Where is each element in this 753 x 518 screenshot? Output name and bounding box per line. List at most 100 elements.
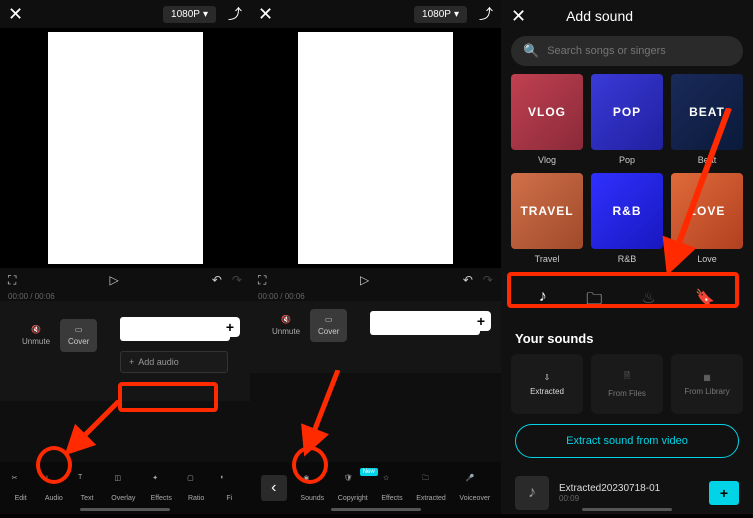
cover-button[interactable]: ▭ Cover — [310, 309, 347, 342]
close-icon[interactable]: ✕ — [511, 6, 526, 27]
toolbar-voiceover[interactable]: 🎤Voiceover — [459, 474, 490, 502]
genre-rb[interactable]: R&B R&B — [591, 173, 663, 264]
genre-tile: R&B — [591, 173, 663, 249]
genre-tile: POP — [591, 74, 663, 150]
canvas-preview[interactable] — [250, 28, 501, 268]
unmute-label: Unmute — [22, 337, 50, 346]
fullscreen-icon[interactable]: ⛶ — [8, 273, 16, 288]
toolbar-copyright[interactable]: New🛡Copyright — [338, 474, 368, 502]
genre-vlog[interactable]: VLOG Vlog — [511, 74, 583, 165]
undo-icon[interactable]: ↶ — [463, 273, 473, 287]
search-bar[interactable]: 🔍 — [511, 36, 743, 66]
sound-name: Extracted20230718-01 — [559, 483, 699, 494]
text-icon: T — [78, 474, 96, 492]
toolbar-filter[interactable]: ◐Fi — [220, 474, 238, 502]
unmute-button[interactable]: 🔇 Unmute — [22, 325, 50, 346]
star-icon: ☆ — [383, 474, 401, 492]
genre-pop[interactable]: POP Pop — [591, 74, 663, 165]
panel-title: Add sound — [566, 8, 633, 24]
timeline[interactable]: 🔇 Unmute ▭ Cover + — [250, 301, 501, 373]
redo-icon[interactable]: ↷ — [483, 273, 493, 287]
library-icon: ▦ — [703, 373, 711, 382]
search-input[interactable] — [547, 45, 731, 57]
extract-sound-button[interactable]: Extract sound from video — [515, 424, 739, 458]
add-clip-button[interactable]: + — [220, 317, 240, 337]
add-clip-button[interactable]: + — [471, 311, 491, 331]
genre-tile: VLOG — [511, 74, 583, 150]
close-icon[interactable]: ✕ — [258, 4, 273, 25]
ratio-icon: ▢ — [187, 474, 205, 492]
card-from-library[interactable]: ▦From Library — [671, 354, 743, 414]
chevron-down-icon: ▾ — [203, 9, 208, 20]
bookmark-icon[interactable]: 🔖 — [695, 288, 715, 315]
timecode: 00:00 / 00:06 — [250, 292, 501, 301]
home-indicator — [331, 508, 421, 511]
genre-tile: TRAVEL — [511, 173, 583, 249]
genre-label: Vlog — [538, 155, 556, 165]
folder-icon[interactable]: 🗀 — [586, 288, 602, 315]
sound-duration: 00:09 — [559, 494, 699, 503]
music-disc-icon: ◉ — [303, 474, 321, 492]
home-indicator — [582, 508, 672, 511]
toolbar-edit[interactable]: ✂Edit — [12, 474, 30, 502]
add-audio-button[interactable]: +Add audio — [120, 351, 228, 373]
unmute-button[interactable]: 🔇 Unmute — [272, 315, 300, 336]
tiktok-icon[interactable]: ♪ — [539, 288, 547, 315]
cover-button[interactable]: ▭ Cover — [60, 319, 97, 352]
video-track[interactable] — [370, 311, 480, 335]
sparkle-icon: ✦ — [152, 474, 170, 492]
flame-icon[interactable]: ♨ — [642, 288, 656, 315]
canvas — [48, 32, 203, 264]
export-icon[interactable]: ⤴ — [228, 4, 242, 24]
file-music-icon: 🗎 — [624, 370, 630, 384]
fullscreen-icon[interactable]: ⛶ — [258, 273, 266, 288]
play-icon[interactable]: ▷ — [110, 273, 119, 287]
chevron-down-icon: ▾ — [454, 9, 459, 20]
back-button[interactable]: ‹ — [261, 475, 287, 501]
export-icon[interactable]: ⤴ — [479, 4, 493, 24]
your-sounds-heading: Your sounds — [501, 323, 753, 354]
plus-icon: + — [129, 357, 134, 367]
timeline[interactable]: 🔇 Unmute ▭ Cover + +Add audio — [0, 301, 250, 401]
card-from-files[interactable]: 🗎From Files — [591, 354, 663, 414]
resolution-dropdown[interactable]: 1080P▾ — [414, 6, 467, 23]
sound-thumb: ♪ — [515, 476, 549, 510]
speaker-muted-icon: 🔇 — [281, 315, 291, 324]
timecode: 00:00 / 00:06 — [0, 292, 250, 301]
redo-icon[interactable]: ↷ — [232, 273, 242, 287]
toolbar-ratio[interactable]: ▢Ratio — [187, 474, 205, 502]
genre-label: Travel — [535, 254, 560, 264]
genre-label: R&B — [618, 254, 637, 264]
filter-icon: ◐ — [220, 474, 238, 492]
music-note-icon: ♪ — [45, 474, 63, 492]
canvas-preview[interactable] — [0, 28, 250, 268]
mic-icon: 🎤 — [466, 474, 484, 492]
shield-icon: 🛡 — [344, 474, 362, 492]
toolbar-audio[interactable]: ♪Audio — [45, 474, 63, 502]
cover-label: Cover — [318, 327, 339, 336]
home-indicator — [80, 508, 170, 511]
play-icon[interactable]: ▷ — [360, 273, 369, 287]
genre-label: Pop — [619, 155, 635, 165]
video-track[interactable] — [120, 317, 230, 341]
resolution-label: 1080P — [171, 9, 200, 20]
toolbar-extracted[interactable]: 🗀Extracted — [416, 474, 446, 502]
card-extracted[interactable]: ⇩Extracted — [511, 354, 583, 414]
toolbar-text[interactable]: TText — [78, 474, 96, 502]
resolution-dropdown[interactable]: 1080P▾ — [163, 6, 216, 23]
cover-icon: ▭ — [325, 315, 333, 324]
toolbar-effects[interactable]: ✦Effects — [151, 474, 172, 502]
unmute-label: Unmute — [272, 327, 300, 336]
close-icon[interactable]: ✕ — [8, 4, 23, 25]
toolbar-effects[interactable]: ☆Effects — [381, 474, 402, 502]
cover-icon: ▭ — [75, 325, 83, 334]
search-icon: 🔍 — [523, 43, 539, 59]
folder-icon: 🗀 — [422, 474, 440, 492]
overlay-icon: ◫ — [114, 474, 132, 492]
toolbar-sounds[interactable]: ◉Sounds — [300, 474, 324, 502]
genre-travel[interactable]: TRAVEL Travel — [511, 173, 583, 264]
toolbar-overlay[interactable]: ◫Overlay — [111, 474, 135, 502]
add-sound-button[interactable]: + — [709, 481, 739, 505]
extract-icon: ⇩ — [544, 373, 551, 382]
undo-icon[interactable]: ↶ — [212, 273, 222, 287]
